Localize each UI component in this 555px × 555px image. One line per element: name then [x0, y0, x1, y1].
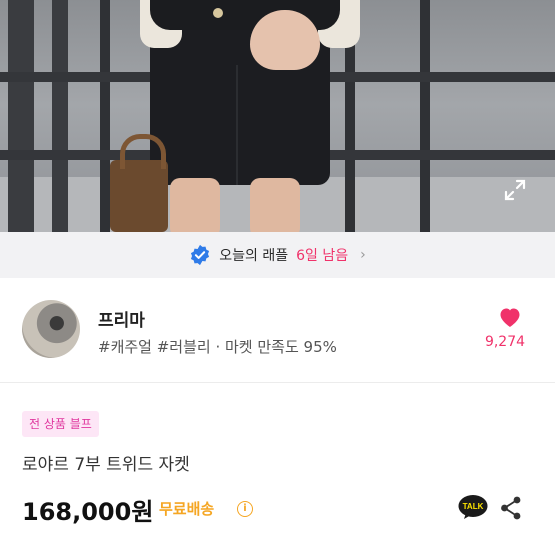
photo-fence-bar	[420, 0, 430, 232]
photo-hand	[250, 10, 320, 70]
photo-jacket-button	[213, 8, 223, 18]
seller-tags: #캐주얼 #러블리 · 마켓 만족도 95%	[98, 338, 337, 356]
photo-handbag	[110, 134, 168, 232]
photo-leg	[170, 178, 220, 232]
raffle-days-left: 6일 남음	[296, 248, 349, 264]
seller-name[interactable]: 프리마	[98, 306, 145, 331]
kakao-talk-label: TALK	[463, 502, 484, 511]
promo-badge: 전 상품 블프	[22, 411, 99, 437]
seller-avatar[interactable]	[22, 300, 80, 358]
verified-badge-icon	[191, 244, 210, 266]
raffle-label: 오늘의 래플	[219, 248, 289, 264]
kakao-talk-icon[interactable]: TALK	[458, 494, 488, 520]
product-title: 로야르 7부 트위드 자켓	[22, 455, 190, 475]
free-shipping-label: 무료배송	[159, 500, 215, 518]
photo-pole	[52, 0, 68, 232]
product-photo[interactable]	[0, 0, 555, 232]
chevron-right-icon: ›	[360, 247, 366, 263]
share-icon[interactable]	[500, 496, 522, 520]
info-icon[interactable]: i	[237, 501, 253, 517]
heart-icon[interactable]	[498, 306, 522, 328]
expand-icon[interactable]	[503, 178, 527, 202]
product-price: 168,000원	[22, 498, 154, 526]
photo-leg	[250, 178, 300, 232]
photo-pole	[8, 0, 34, 232]
photo-fence-bar	[100, 0, 110, 232]
raffle-banner[interactable]: 오늘의 래플 6일 남음 ›	[0, 232, 555, 278]
seller-row[interactable]: 프리마 #캐주얼 #러블리 · 마켓 만족도 95% 9,274	[0, 278, 555, 383]
like-count: 9,274	[484, 334, 526, 350]
